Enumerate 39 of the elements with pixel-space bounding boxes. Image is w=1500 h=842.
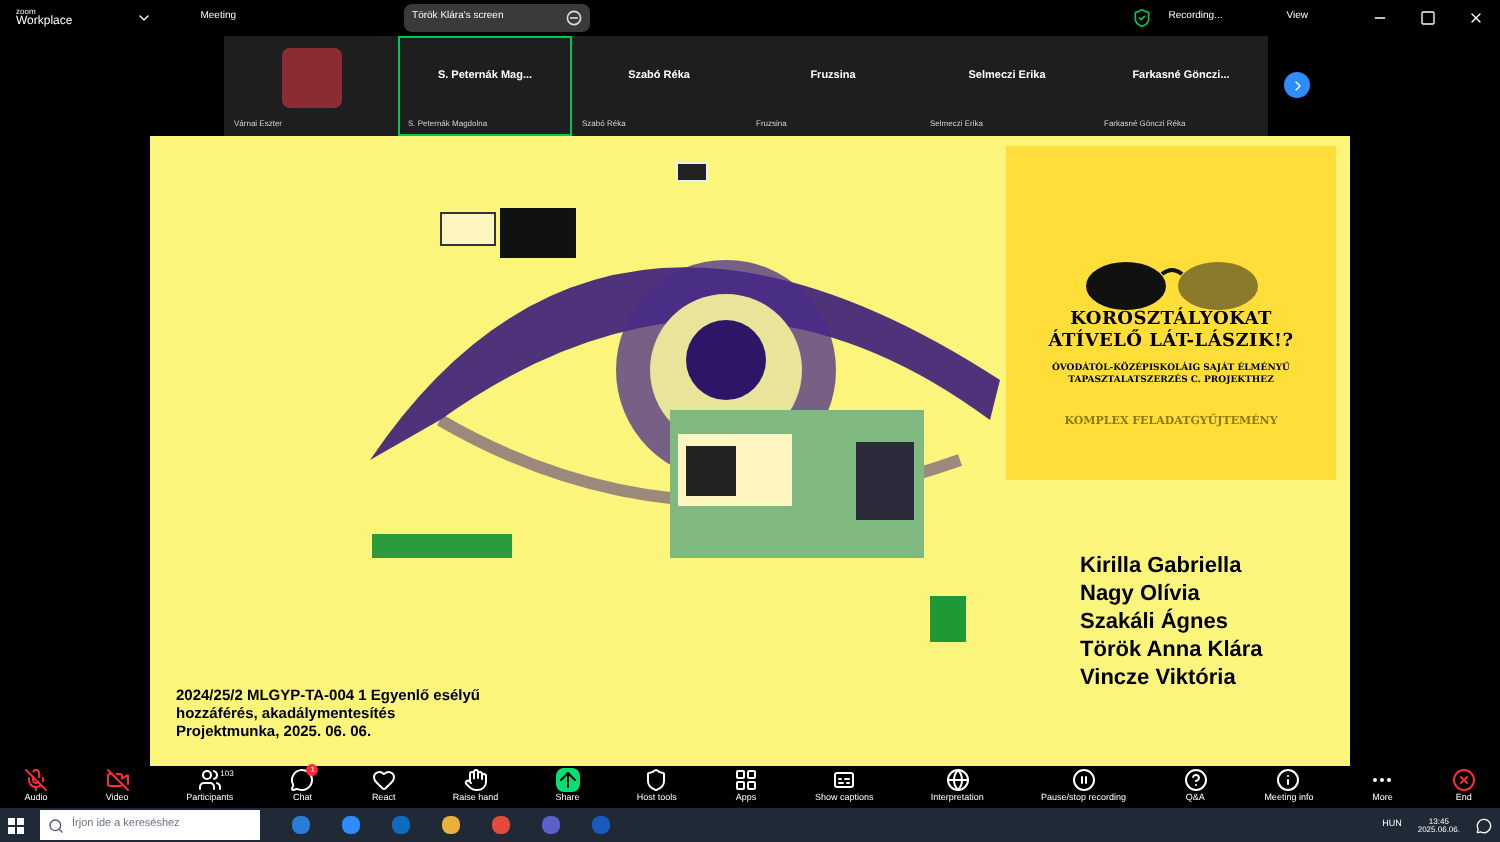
apps-icon xyxy=(733,768,758,793)
info-icon xyxy=(1276,768,1301,793)
taskbar-app-icon[interactable] xyxy=(442,816,460,834)
heart-icon xyxy=(371,768,396,793)
thumbnail-image xyxy=(440,212,496,246)
close-icon[interactable] xyxy=(1468,9,1484,25)
shield-icon xyxy=(644,768,669,793)
windows-logo-icon[interactable] xyxy=(8,817,24,833)
thumbnail-image xyxy=(500,208,576,258)
notification-icon[interactable] xyxy=(1476,817,1492,833)
photo-placeholder xyxy=(281,47,341,107)
author-name: Török Anna Klára xyxy=(1080,636,1263,664)
search-icon xyxy=(48,817,64,833)
taskbar-app-icon[interactable] xyxy=(342,816,360,834)
chart-image xyxy=(856,442,914,520)
globe-icon xyxy=(945,768,970,793)
stop-share-icon[interactable] xyxy=(566,9,583,25)
share-icon xyxy=(555,768,580,793)
thumbnail-image xyxy=(678,434,792,506)
author-name: Vincze Viktória xyxy=(1080,664,1238,692)
hand-icon xyxy=(463,768,488,793)
captions-icon xyxy=(832,768,857,793)
chat-icon xyxy=(290,768,315,793)
author-name: Nagy Olívia xyxy=(1080,580,1202,608)
help-icon xyxy=(1183,768,1208,793)
taskbar-app-icon[interactable] xyxy=(492,816,510,834)
pause-icon xyxy=(1071,768,1096,793)
maximize-icon[interactable] xyxy=(1420,9,1436,25)
next-page-button[interactable] xyxy=(1284,72,1310,98)
card-title: KOROSZTÁLYOKAT ÁTÍVELŐ LÁT-LÁSZIK!? xyxy=(1046,310,1296,355)
author-name: Kirilla Gabriella xyxy=(1080,552,1244,580)
people-icon xyxy=(197,768,222,793)
close-icon xyxy=(1451,768,1476,793)
shield-icon xyxy=(1132,7,1153,27)
taskbar-app-icon[interactable] xyxy=(292,816,310,834)
thumbnail-image xyxy=(372,534,512,558)
author-name: Szakáli Ágnes xyxy=(1080,608,1230,636)
thumbnail-image xyxy=(930,596,966,642)
thumbnail-image xyxy=(676,162,708,182)
